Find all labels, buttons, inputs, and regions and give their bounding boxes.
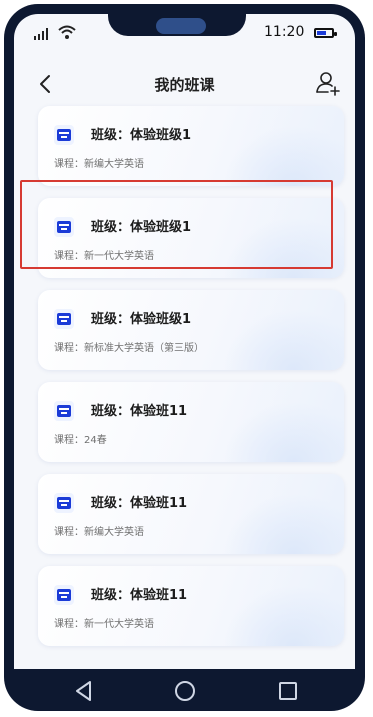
card-decoration [224, 218, 344, 278]
class-card[interactable]: 班级：体验班级1 课程：新一代大学英语 [38, 198, 344, 278]
page-title: 我的班课 [154, 76, 215, 94]
classroom-icon [54, 125, 74, 145]
screen: 11:20 我的班课 班级：体验班级1 课程：新编大学英语 班级：体验班级1 课… [14, 14, 355, 669]
signal-icon [34, 28, 50, 40]
classroom-icon [54, 217, 74, 237]
phone-frame: 11:20 我的班课 班级：体验班级1 课程：新编大学英语 班级：体验班级1 课… [4, 4, 365, 711]
class-card[interactable]: 班级：体验班11 课程：新编大学英语 [38, 474, 344, 554]
camera [156, 18, 206, 34]
course-name: 课程：新编大学英语 [54, 527, 144, 538]
header: 我的班课 [14, 64, 355, 104]
class-name: 班级：体验班11 [91, 496, 188, 511]
class-card[interactable]: 班级：体验班11 课程：24春 [38, 382, 344, 462]
classroom-icon [54, 401, 74, 421]
class-name: 班级：体验班11 [91, 588, 188, 603]
card-decoration [224, 402, 344, 462]
class-card[interactable]: 班级：体验班级1 课程：新编大学英语 [38, 106, 344, 186]
card-decoration [224, 586, 344, 646]
card-decoration [224, 310, 344, 370]
add-user-icon[interactable] [313, 68, 343, 98]
course-name: 课程：新编大学英语 [54, 159, 144, 170]
status-time: 11:20 [264, 24, 305, 40]
card-decoration [224, 494, 344, 554]
course-name: 课程：新一代大学英语 [54, 251, 154, 262]
class-name: 班级：体验班级1 [91, 128, 192, 143]
classroom-icon [54, 493, 74, 513]
system-nav-bar [4, 675, 365, 711]
wifi-icon [58, 25, 76, 39]
course-name: 课程：新标准大学英语（第三版） [54, 343, 204, 354]
square-recents-icon[interactable] [274, 677, 302, 705]
card-decoration [224, 126, 344, 186]
triangle-back-icon[interactable] [70, 677, 98, 705]
class-card[interactable]: 班级：体验班级1 课程：新标准大学英语（第三版） [38, 290, 344, 370]
course-name: 课程：新一代大学英语 [54, 619, 154, 630]
class-card[interactable]: 班级：体验班11 课程：新一代大学英语 [38, 566, 344, 646]
class-name: 班级：体验班级1 [91, 312, 192, 327]
course-name: 课程：24春 [54, 435, 107, 446]
class-name: 班级：体验班11 [91, 404, 188, 419]
battery-icon [314, 28, 337, 38]
classroom-icon [54, 309, 74, 329]
class-name: 班级：体验班级1 [91, 220, 192, 235]
circle-home-icon[interactable] [171, 677, 199, 705]
classroom-icon [54, 585, 74, 605]
